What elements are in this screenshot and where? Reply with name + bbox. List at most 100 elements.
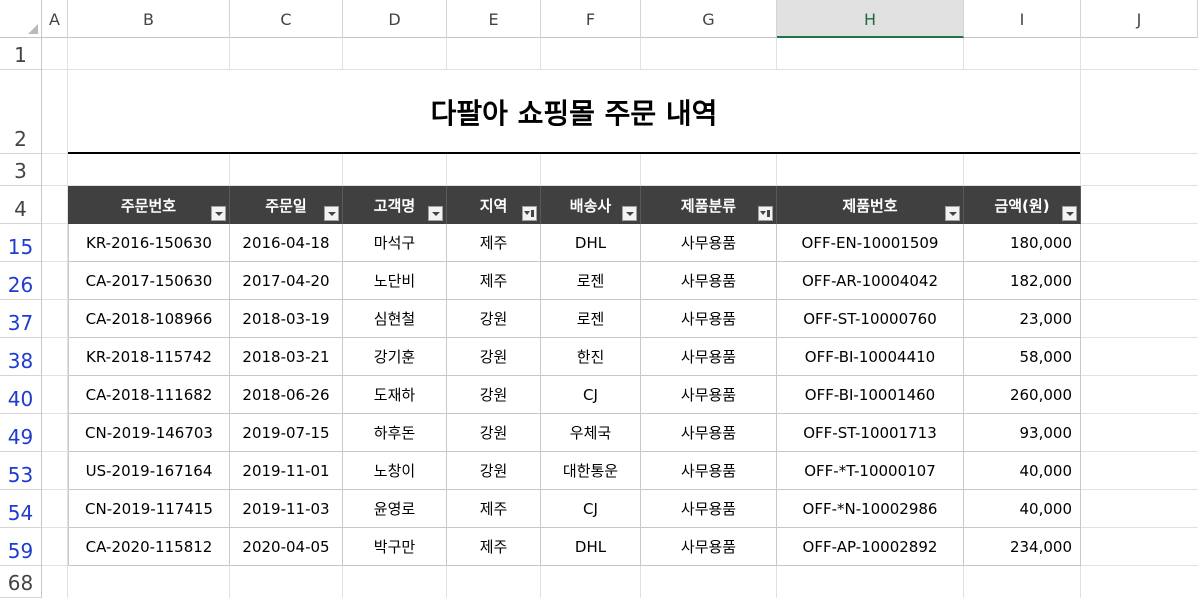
table-cell[interactable]: 노창이 <box>343 452 447 490</box>
row-header-53[interactable]: 53 <box>0 452 42 490</box>
table-cell[interactable]: 사무용품 <box>641 300 777 338</box>
table-header-cell[interactable]: 고객명 <box>343 186 447 224</box>
table-cell[interactable]: 마석구 <box>343 224 447 262</box>
table-cell[interactable]: 우체국 <box>541 414 641 452</box>
table-cell[interactable]: DHL <box>541 528 641 566</box>
table-cell[interactable]: 강원 <box>447 452 541 490</box>
table-cell[interactable]: CA-2018-111682 <box>68 376 230 414</box>
table-cell[interactable]: 윤영로 <box>343 490 447 528</box>
filter-dropdown-button[interactable] <box>945 206 960 221</box>
table-cell[interactable]: 강원 <box>447 414 541 452</box>
table-cell[interactable]: 23,000 <box>964 300 1081 338</box>
table-header-cell[interactable]: 주문일 <box>230 186 343 224</box>
table-cell[interactable]: KR-2016-150630 <box>68 224 230 262</box>
table-cell[interactable]: KR-2018-115742 <box>68 338 230 376</box>
table-cell[interactable]: 제주 <box>447 490 541 528</box>
row-header-38[interactable]: 38 <box>0 338 42 376</box>
table-header-cell[interactable]: 금액(원) <box>964 186 1081 224</box>
table-cell[interactable]: 강기훈 <box>343 338 447 376</box>
table-cell[interactable]: 사무용품 <box>641 414 777 452</box>
row-header-1[interactable]: 1 <box>0 38 42 70</box>
table-cell[interactable]: OFF-*T-10000107 <box>777 452 964 490</box>
row-header-4[interactable]: 4 <box>0 186 42 224</box>
row-header-68[interactable]: 68 <box>0 566 42 598</box>
table-cell[interactable]: 강원 <box>447 338 541 376</box>
table-cell[interactable]: 40,000 <box>964 490 1081 528</box>
column-header-e[interactable]: E <box>447 0 541 38</box>
table-cell[interactable]: 제주 <box>447 528 541 566</box>
filter-dropdown-button[interactable] <box>1062 206 1077 221</box>
table-cell[interactable]: 180,000 <box>964 224 1081 262</box>
filter-dropdown-button[interactable] <box>324 206 339 221</box>
table-header-cell[interactable]: 제품분류 <box>641 186 777 224</box>
filter-active-button[interactable] <box>522 206 537 221</box>
column-header-j[interactable]: J <box>1081 0 1198 38</box>
table-cell[interactable]: 40,000 <box>964 452 1081 490</box>
table-cell[interactable]: OFF-AR-10004042 <box>777 262 964 300</box>
table-cell[interactable]: CJ <box>541 376 641 414</box>
select-all-corner[interactable] <box>0 0 42 38</box>
table-cell[interactable]: 하후돈 <box>343 414 447 452</box>
row-header-3[interactable]: 3 <box>0 154 42 186</box>
table-cell[interactable]: OFF-BI-10004410 <box>777 338 964 376</box>
column-header-a[interactable]: A <box>42 0 68 38</box>
row-header-49[interactable]: 49 <box>0 414 42 452</box>
table-cell[interactable]: 제주 <box>447 224 541 262</box>
column-header-g[interactable]: G <box>641 0 777 38</box>
table-cell[interactable]: 강원 <box>447 376 541 414</box>
title-cell[interactable]: 다팔아 쇼핑몰 주문 내역 <box>68 70 1080 154</box>
table-cell[interactable]: 사무용품 <box>641 262 777 300</box>
table-cell[interactable]: OFF-ST-10001713 <box>777 414 964 452</box>
table-header-cell[interactable]: 지역 <box>447 186 541 224</box>
table-header-cell[interactable]: 제품번호 <box>777 186 964 224</box>
column-header-d[interactable]: D <box>343 0 447 38</box>
table-cell[interactable]: 사무용품 <box>641 528 777 566</box>
column-header-h[interactable]: H <box>777 0 964 38</box>
table-header-cell[interactable]: 배송사 <box>541 186 641 224</box>
table-cell[interactable]: US-2019-167164 <box>68 452 230 490</box>
table-cell[interactable]: CN-2019-146703 <box>68 414 230 452</box>
table-cell[interactable]: 2018-06-26 <box>230 376 343 414</box>
table-cell[interactable]: 노단비 <box>343 262 447 300</box>
table-cell[interactable]: 사무용품 <box>641 224 777 262</box>
row-header-40[interactable]: 40 <box>0 376 42 414</box>
table-cell[interactable]: OFF-*N-10002986 <box>777 490 964 528</box>
table-cell[interactable]: 2018-03-19 <box>230 300 343 338</box>
table-cell[interactable]: 도재하 <box>343 376 447 414</box>
table-cell[interactable]: OFF-BI-10001460 <box>777 376 964 414</box>
row-header-37[interactable]: 37 <box>0 300 42 338</box>
table-cell[interactable]: 2019-11-01 <box>230 452 343 490</box>
table-header-cell[interactable]: 주문번호 <box>68 186 230 224</box>
table-cell[interactable]: 260,000 <box>964 376 1081 414</box>
table-cell[interactable]: 2018-03-21 <box>230 338 343 376</box>
table-cell[interactable]: CA-2018-108966 <box>68 300 230 338</box>
table-cell[interactable]: 2020-04-05 <box>230 528 343 566</box>
filter-dropdown-button[interactable] <box>211 206 226 221</box>
table-cell[interactable]: 대한통운 <box>541 452 641 490</box>
table-cell[interactable]: 93,000 <box>964 414 1081 452</box>
row-header-15[interactable]: 15 <box>0 224 42 262</box>
column-header-c[interactable]: C <box>230 0 343 38</box>
table-cell[interactable]: 심현철 <box>343 300 447 338</box>
column-header-b[interactable]: B <box>68 0 230 38</box>
table-cell[interactable]: 2019-07-15 <box>230 414 343 452</box>
table-cell[interactable]: OFF-ST-10000760 <box>777 300 964 338</box>
table-cell[interactable]: 2016-04-18 <box>230 224 343 262</box>
row-header-26[interactable]: 26 <box>0 262 42 300</box>
table-cell[interactable]: 로젠 <box>541 262 641 300</box>
table-cell[interactable]: CN-2019-117415 <box>68 490 230 528</box>
table-cell[interactable]: 사무용품 <box>641 338 777 376</box>
row-header-2[interactable]: 2 <box>0 70 42 154</box>
filter-dropdown-button[interactable] <box>622 206 637 221</box>
table-cell[interactable]: OFF-EN-10001509 <box>777 224 964 262</box>
filter-dropdown-button[interactable] <box>428 206 443 221</box>
table-cell[interactable]: OFF-AP-10002892 <box>777 528 964 566</box>
row-header-59[interactable]: 59 <box>0 528 42 566</box>
table-cell[interactable]: 강원 <box>447 300 541 338</box>
row-header-54[interactable]: 54 <box>0 490 42 528</box>
table-cell[interactable]: 제주 <box>447 262 541 300</box>
table-cell[interactable]: 58,000 <box>964 338 1081 376</box>
table-cell[interactable]: 182,000 <box>964 262 1081 300</box>
column-header-f[interactable]: F <box>541 0 641 38</box>
table-cell[interactable]: DHL <box>541 224 641 262</box>
